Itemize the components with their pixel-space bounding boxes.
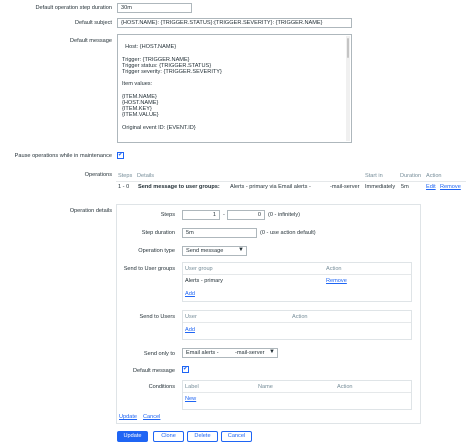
- default-message-textarea[interactable]: Host: {HOST.NAME} Trigger: {TRIGGER.NAME…: [117, 34, 352, 143]
- operation-type-label: Operation type: [138, 248, 175, 254]
- cond-header-name: Name: [258, 384, 273, 390]
- steps-hint: (0 - infinitely): [268, 212, 301, 218]
- groups-header-action: Action: [326, 266, 342, 272]
- chevron-down-icon: ▼: [269, 349, 275, 355]
- steps-dash: -: [223, 212, 225, 218]
- send-to-users-label: Send to Users: [139, 314, 175, 320]
- checkmark-icon: ✔: [183, 366, 189, 372]
- chevron-down-icon: ▼: [238, 247, 244, 253]
- users-header-divider: [183, 322, 411, 323]
- step-duration-label: Default operation step duration: [35, 5, 113, 11]
- conditions-label: Conditions: [148, 384, 175, 390]
- step-duration-hint: (0 - use action default): [260, 230, 316, 236]
- default-message-label: Default message: [70, 38, 112, 44]
- op-details-target: Alerts - primary via Email alerts -: [230, 184, 311, 190]
- groups-header-group: User group: [185, 266, 213, 272]
- pause-operations-label: Pause operations while in maintenance: [14, 153, 112, 159]
- cancel-button[interactable]: Cancel: [221, 431, 252, 442]
- ops-header-action: Action: [426, 173, 442, 179]
- operation-type-select[interactable]: Send message ▼: [182, 246, 247, 256]
- details-cancel-link[interactable]: Cancel: [143, 414, 160, 420]
- default-message-checkbox[interactable]: ✔: [182, 366, 189, 373]
- textarea-scrollbar[interactable]: [346, 36, 350, 141]
- op-details-server: -mail-server: [330, 184, 360, 190]
- steps-to-input[interactable]: 0: [227, 210, 265, 220]
- default-subject-input[interactable]: {HOST.NAME}: {TRIGGER.STATUS}:{TRIGGER.S…: [117, 18, 352, 28]
- conditions-new-link[interactable]: New: [185, 396, 196, 402]
- users-header-action: Action: [292, 314, 308, 320]
- groups-add-link[interactable]: Add: [185, 291, 195, 297]
- step-duration-input[interactable]: 30m: [117, 3, 192, 13]
- op-remove-link[interactable]: Remove: [440, 184, 461, 190]
- op-steps: 1 - 0: [118, 184, 130, 190]
- cond-header-label: Label: [185, 384, 199, 390]
- ops-header-duration: Duration: [400, 173, 422, 179]
- groups-remove-link[interactable]: Remove: [326, 278, 347, 284]
- cond-header-action: Action: [337, 384, 353, 390]
- send-only-to-select[interactable]: Email alerts - -mail-server ▼: [182, 348, 278, 358]
- operations-label: Operations: [84, 172, 112, 178]
- pause-operations-checkbox[interactable]: ✔: [117, 152, 124, 159]
- ops-header-divider: [116, 181, 466, 182]
- op-duration: 5m: [401, 184, 409, 190]
- cond-header-divider: [183, 392, 411, 393]
- default-subject-label: Default subject: [74, 20, 112, 26]
- ops-header-start-in: Start in: [365, 173, 383, 179]
- detail-step-duration-label: Step duration: [141, 230, 175, 236]
- groups-header-divider: [183, 274, 411, 275]
- send-to-groups-label: Send to User groups: [123, 266, 175, 272]
- users-add-link[interactable]: Add: [185, 327, 195, 333]
- detail-default-message-label: Default message: [133, 368, 175, 374]
- send-only-to-value: Email alerts -: [186, 350, 219, 356]
- groups-row-name: Alerts - primary: [185, 278, 223, 284]
- op-details-type: Send message to user groups:: [138, 184, 220, 190]
- users-header-user: User: [185, 314, 197, 320]
- detail-step-duration-input[interactable]: 5m: [182, 228, 257, 238]
- operation-type-value: Send message: [186, 248, 224, 254]
- default-message-text: Host: {HOST.NAME} Trigger: {TRIGGER.NAME…: [122, 44, 222, 131]
- clone-button[interactable]: Clone: [153, 431, 184, 442]
- steps-label: Steps: [160, 212, 175, 218]
- conditions-box: [182, 380, 412, 410]
- operation-details-label: Operation details: [69, 208, 112, 214]
- update-button[interactable]: Update: [117, 431, 148, 442]
- op-start-in: Immediately: [365, 184, 396, 190]
- send-only-to-label: Send only to: [143, 351, 175, 357]
- ops-header-details: Details: [137, 173, 155, 179]
- delete-button[interactable]: Delete: [187, 431, 218, 442]
- op-edit-link[interactable]: Edit: [426, 184, 436, 190]
- send-only-to-server: -mail-server: [235, 350, 265, 356]
- ops-header-steps: Steps: [118, 173, 133, 179]
- steps-from-input[interactable]: 1: [182, 210, 220, 220]
- details-update-link[interactable]: Update: [119, 414, 137, 420]
- scrollbar-thumb[interactable]: [347, 38, 349, 58]
- checkmark-icon: ✔: [118, 152, 124, 158]
